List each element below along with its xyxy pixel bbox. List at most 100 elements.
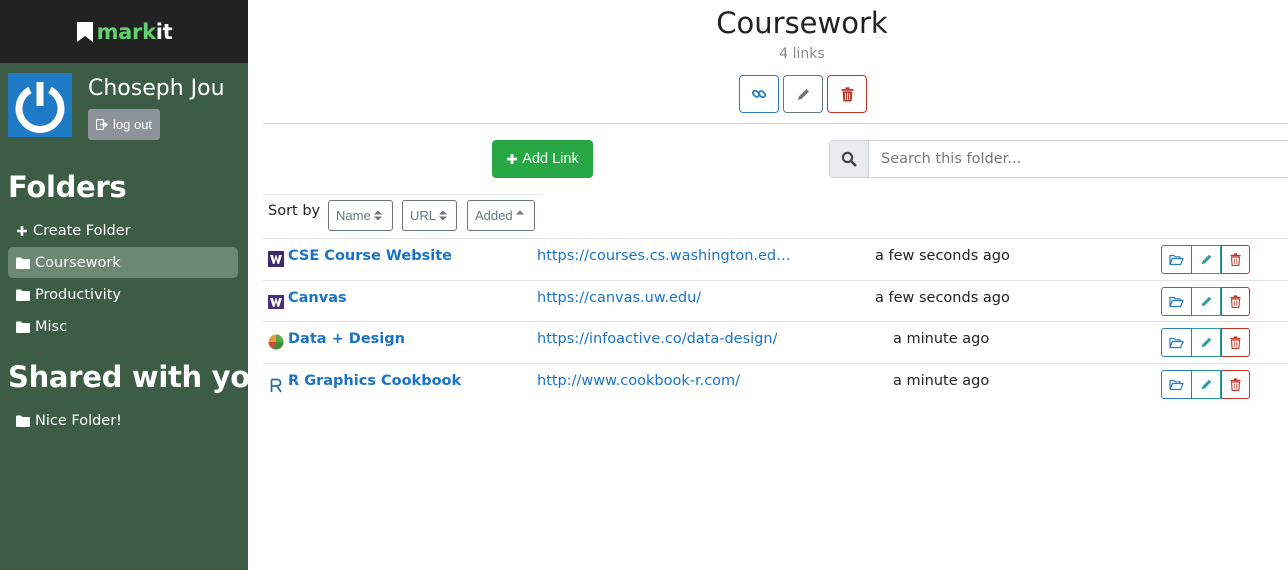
sidebar-item-misc[interactable]: Misc <box>8 311 238 342</box>
link-name[interactable]: Data + Design <box>288 331 405 347</box>
brand-logo[interactable]: markit <box>0 0 248 63</box>
pencil-icon <box>1201 337 1211 348</box>
pencil-icon <box>1201 296 1211 307</box>
page-title: Coursework <box>716 6 888 40</box>
link-added: a minute ago <box>893 331 990 347</box>
edit-link-button[interactable] <box>1192 245 1221 274</box>
link-count: 4 links <box>779 46 825 62</box>
logout-button[interactable]: log out <box>88 109 161 140</box>
open-link-button[interactable] <box>1161 370 1192 399</box>
add-link-label: Add Link <box>522 151 579 167</box>
bookmark-icon <box>76 21 93 42</box>
sort-name-label: Name <box>336 208 371 223</box>
link-row: Canvas https://canvas.uw.edu/ a few seco… <box>263 280 1288 322</box>
trash-icon <box>1230 336 1241 349</box>
link-row: CSE Course Website https://courses.cs.wa… <box>263 238 1288 280</box>
sign-out-icon <box>96 119 108 130</box>
folders-heading: Folders <box>8 170 127 204</box>
folder-open-icon <box>1169 337 1184 348</box>
brand-name: markit <box>96 19 173 44</box>
sort-divider <box>263 194 541 195</box>
sidebar-item-coursework[interactable]: Coursework <box>8 247 238 278</box>
trash-icon <box>1230 295 1241 308</box>
plus-icon <box>507 154 518 164</box>
sidebar-item-label: Productivity <box>35 286 121 303</box>
open-link-button[interactable] <box>1161 328 1192 357</box>
delete-link-button[interactable] <box>1221 245 1250 274</box>
delete-link-button[interactable] <box>1221 328 1250 357</box>
folder-icon <box>16 257 30 269</box>
link-name[interactable]: R Graphics Cookbook <box>288 373 461 389</box>
row-actions <box>1161 370 1250 399</box>
sort-url-label: URL <box>410 208 437 223</box>
open-link-button[interactable] <box>1161 287 1192 316</box>
main-content: Coursework 4 links Add Link Search this … <box>248 0 1288 570</box>
link-url[interactable]: https://infoactive.co/data-design/ <box>537 331 777 347</box>
sidebar: markit Choseph Jou log out Folders Creat… <box>0 0 271 570</box>
edit-link-button[interactable] <box>1192 370 1221 399</box>
link-row: R Graphics Cookbook http://www.cookbook-… <box>263 363 1288 405</box>
link-name[interactable]: Canvas <box>288 290 347 306</box>
link-url[interactable]: https://courses.cs.washington.edu/co... <box>537 248 799 264</box>
uw-w-icon <box>268 251 284 267</box>
search-icon <box>841 151 857 167</box>
link-added: a few seconds ago <box>875 248 1010 264</box>
avatar <box>8 73 72 137</box>
sort-name-button[interactable]: Name <box>328 200 393 231</box>
sort-added-label: Added <box>475 208 513 223</box>
divider <box>263 123 1288 124</box>
sort-icon <box>439 210 448 221</box>
delete-link-button[interactable] <box>1221 370 1250 399</box>
trash-icon <box>1230 253 1241 266</box>
sort-up-icon <box>515 210 524 215</box>
folder-icon <box>16 289 30 301</box>
create-folder-button[interactable]: Create Folder <box>8 215 238 246</box>
row-actions <box>1161 245 1250 274</box>
open-link-button[interactable] <box>1161 245 1192 274</box>
share-link-button[interactable] <box>739 75 779 113</box>
power-icon <box>15 82 65 133</box>
pie-chart-icon <box>268 334 284 350</box>
pencil-icon <box>1201 254 1211 265</box>
sidebar-item-label: Misc <box>35 318 68 335</box>
sidebar-item-nice-folder[interactable]: Nice Folder! <box>8 405 238 436</box>
logout-label: log out <box>113 117 153 132</box>
folder-open-icon <box>1169 254 1184 265</box>
sidebar-item-label: Nice Folder! <box>35 412 122 429</box>
link-url[interactable]: http://www.cookbook-r.com/ <box>537 373 740 389</box>
link-added: a minute ago <box>893 373 990 389</box>
link-url[interactable]: https://canvas.uw.edu/ <box>537 290 701 306</box>
folder-icon <box>16 415 30 427</box>
search-addon <box>830 141 869 177</box>
add-link-button[interactable]: Add Link <box>492 140 593 178</box>
user-name: Choseph Jou <box>88 76 225 101</box>
uw-w-icon <box>268 295 284 309</box>
row-actions <box>1161 328 1250 357</box>
sidebar-item-label: Coursework <box>35 254 121 271</box>
shared-heading: Shared with you <box>8 360 271 394</box>
folder-icon <box>16 321 30 333</box>
search-input[interactable] <box>869 141 1288 177</box>
edit-folder-button[interactable] <box>783 75 823 113</box>
sort-url-button[interactable]: URL <box>402 200 457 231</box>
plus-icon <box>17 225 27 236</box>
edit-link-button[interactable] <box>1192 328 1221 357</box>
sort-icon <box>373 210 382 221</box>
link-name[interactable]: CSE Course Website <box>288 248 452 264</box>
sort-label: Sort by <box>268 203 321 219</box>
link-added: a few seconds ago <box>875 290 1010 306</box>
link-icon <box>751 89 767 99</box>
pencil-icon <box>797 88 809 100</box>
create-folder-label: Create Folder <box>33 222 131 239</box>
sidebar-item-productivity[interactable]: Productivity <box>8 279 238 310</box>
trash-icon <box>841 86 853 101</box>
trash-icon <box>1230 378 1241 391</box>
folder-open-icon <box>1169 296 1184 307</box>
edit-link-button[interactable] <box>1192 287 1221 316</box>
row-actions <box>1161 287 1250 316</box>
r-letter-icon <box>270 378 282 393</box>
delete-link-button[interactable] <box>1221 287 1250 316</box>
delete-folder-button[interactable] <box>827 75 867 113</box>
link-row: Data + Design https://infoactive.co/data… <box>263 321 1288 363</box>
sort-added-button[interactable]: Added <box>467 200 535 231</box>
